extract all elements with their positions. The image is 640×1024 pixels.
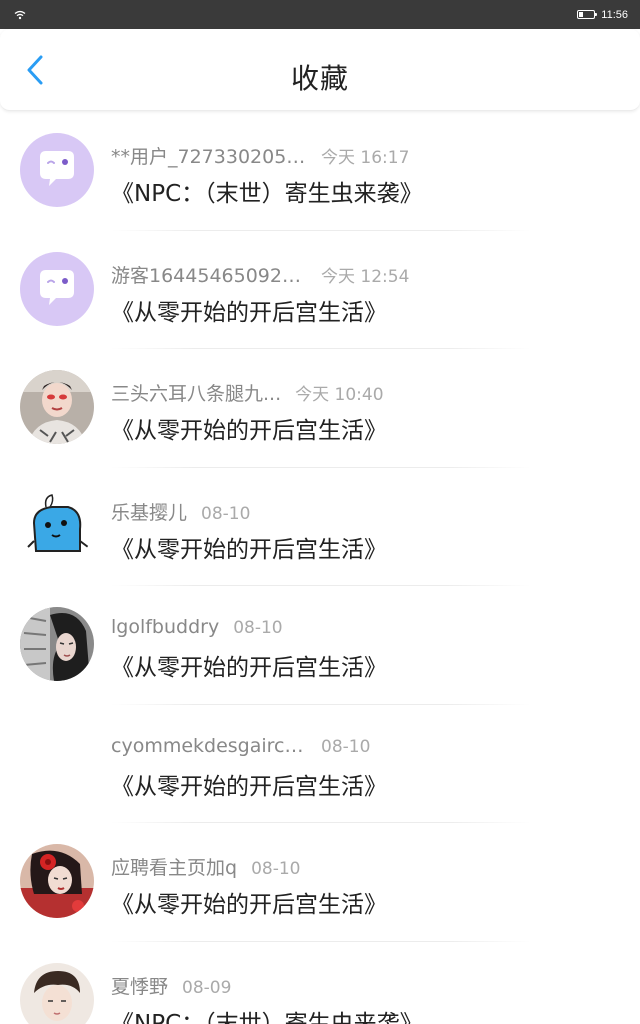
list-item[interactable]: 乐基撄儿 08-10 《从零开始的开后宫生活》 xyxy=(0,468,640,586)
user-name[interactable]: 应聘看主页加q xyxy=(111,853,237,880)
status-bar: 11:56 xyxy=(0,0,640,29)
list-item[interactable]: 夏悸野 08-09 《NPC：（末世）寄生虫来袭》 xyxy=(0,942,640,1024)
avatar[interactable] xyxy=(20,488,94,563)
item-meta: 夏悸野 08-09 xyxy=(111,972,620,999)
item-meta: 游客164454650920... 今天 12:54 xyxy=(111,261,620,288)
avatar[interactable] xyxy=(20,133,94,207)
item-meta: cyommekdesgairco.. 08-10 xyxy=(111,735,620,757)
item-meta: **用户_7273302051.. 今天 16:17 xyxy=(111,142,620,169)
chat-bubble-avatar-icon xyxy=(20,133,94,207)
user-name[interactable]: 乐基撄儿 xyxy=(111,498,187,525)
list-item[interactable]: lgolfbuddry 08-10 《从零开始的开后宫生活》 xyxy=(0,586,640,705)
book-title[interactable]: 《NPC：（末世）寄生虫来袭》 xyxy=(111,174,423,208)
user-name[interactable]: **用户_7273302051.. xyxy=(111,142,307,169)
status-left xyxy=(14,5,26,24)
status-time: 11:56 xyxy=(601,8,628,21)
user-name[interactable]: 游客164454650920... xyxy=(111,261,307,288)
list-item[interactable]: 三头六耳八条腿九... 今天 10:40 《从零开始的开后宫生活》 xyxy=(0,349,640,468)
wifi-icon xyxy=(14,5,26,24)
user-name[interactable]: 夏悸野 xyxy=(111,972,168,999)
item-meta: 三头六耳八条腿九... 今天 10:40 xyxy=(111,379,620,406)
avatar[interactable] xyxy=(20,251,94,326)
book-title[interactable]: 《从零开始的开后宫生活》 xyxy=(111,411,387,445)
book-title[interactable]: 《NPC：（末世）寄生虫来袭》 xyxy=(111,1004,423,1024)
avatar[interactable] xyxy=(20,962,94,1024)
avatar[interactable] xyxy=(20,607,94,681)
item-time: 08-10 xyxy=(321,736,371,757)
list-item[interactable]: cyommekdesgairco.. 08-10 《从零开始的开后宫生活》 xyxy=(0,705,640,823)
blue-cartoon-avatar xyxy=(20,488,94,563)
page-title: 收藏 xyxy=(290,62,349,95)
avatar[interactable] xyxy=(20,370,94,444)
user-name[interactable]: 三头六耳八条腿九... xyxy=(111,379,281,406)
book-title[interactable]: 《从零开始的开后宫生活》 xyxy=(111,885,387,919)
item-meta: 应聘看主页加q 08-10 xyxy=(111,853,620,880)
item-time: 今天 12:54 xyxy=(321,266,410,287)
item-time: 08-10 xyxy=(201,503,251,524)
item-meta: lgolfbuddry 08-10 xyxy=(111,616,620,638)
battery-icon xyxy=(577,10,598,19)
list-item[interactable]: 游客164454650920... 今天 12:54 《从零开始的开后宫生活》 xyxy=(0,231,640,349)
avatar[interactable] xyxy=(20,844,94,918)
book-title[interactable]: 《从零开始的开后宫生活》 xyxy=(111,767,387,801)
status-right: 11:56 xyxy=(577,9,628,21)
photo-avatar-opera xyxy=(20,370,94,444)
favorites-list: **用户_7273302051.. 今天 16:17 《NPC：（末世）寄生虫来… xyxy=(0,112,640,1024)
item-meta: 乐基撄儿 08-10 xyxy=(111,498,620,525)
item-time: 08-09 xyxy=(182,977,232,998)
list-item[interactable]: 应聘看主页加q 08-10 《从零开始的开后宫生活》 xyxy=(0,823,640,942)
user-name[interactable]: lgolfbuddry xyxy=(111,616,219,638)
item-time: 08-10 xyxy=(233,618,283,638)
avatar[interactable] xyxy=(20,726,94,800)
item-time: 08-10 xyxy=(251,859,301,879)
photo-avatar-girl-window xyxy=(20,607,94,681)
item-time: 今天 16:17 xyxy=(321,148,410,168)
photo-avatar-boy xyxy=(20,962,94,1024)
list-item[interactable]: **用户_7273302051.. 今天 16:17 《NPC：（末世）寄生虫来… xyxy=(0,112,640,231)
book-title[interactable]: 《从零开始的开后宫生活》 xyxy=(111,293,387,327)
photo-avatar-red-flower xyxy=(20,844,94,918)
chat-bubble-avatar-icon xyxy=(20,251,94,326)
item-time: 今天 10:40 xyxy=(295,385,384,405)
header: 收藏 xyxy=(0,29,640,111)
user-name[interactable]: cyommekdesgairco.. xyxy=(111,735,307,757)
book-title[interactable]: 《从零开始的开后宫生活》 xyxy=(111,648,387,682)
book-title[interactable]: 《从零开始的开后宫生活》 xyxy=(111,530,387,564)
